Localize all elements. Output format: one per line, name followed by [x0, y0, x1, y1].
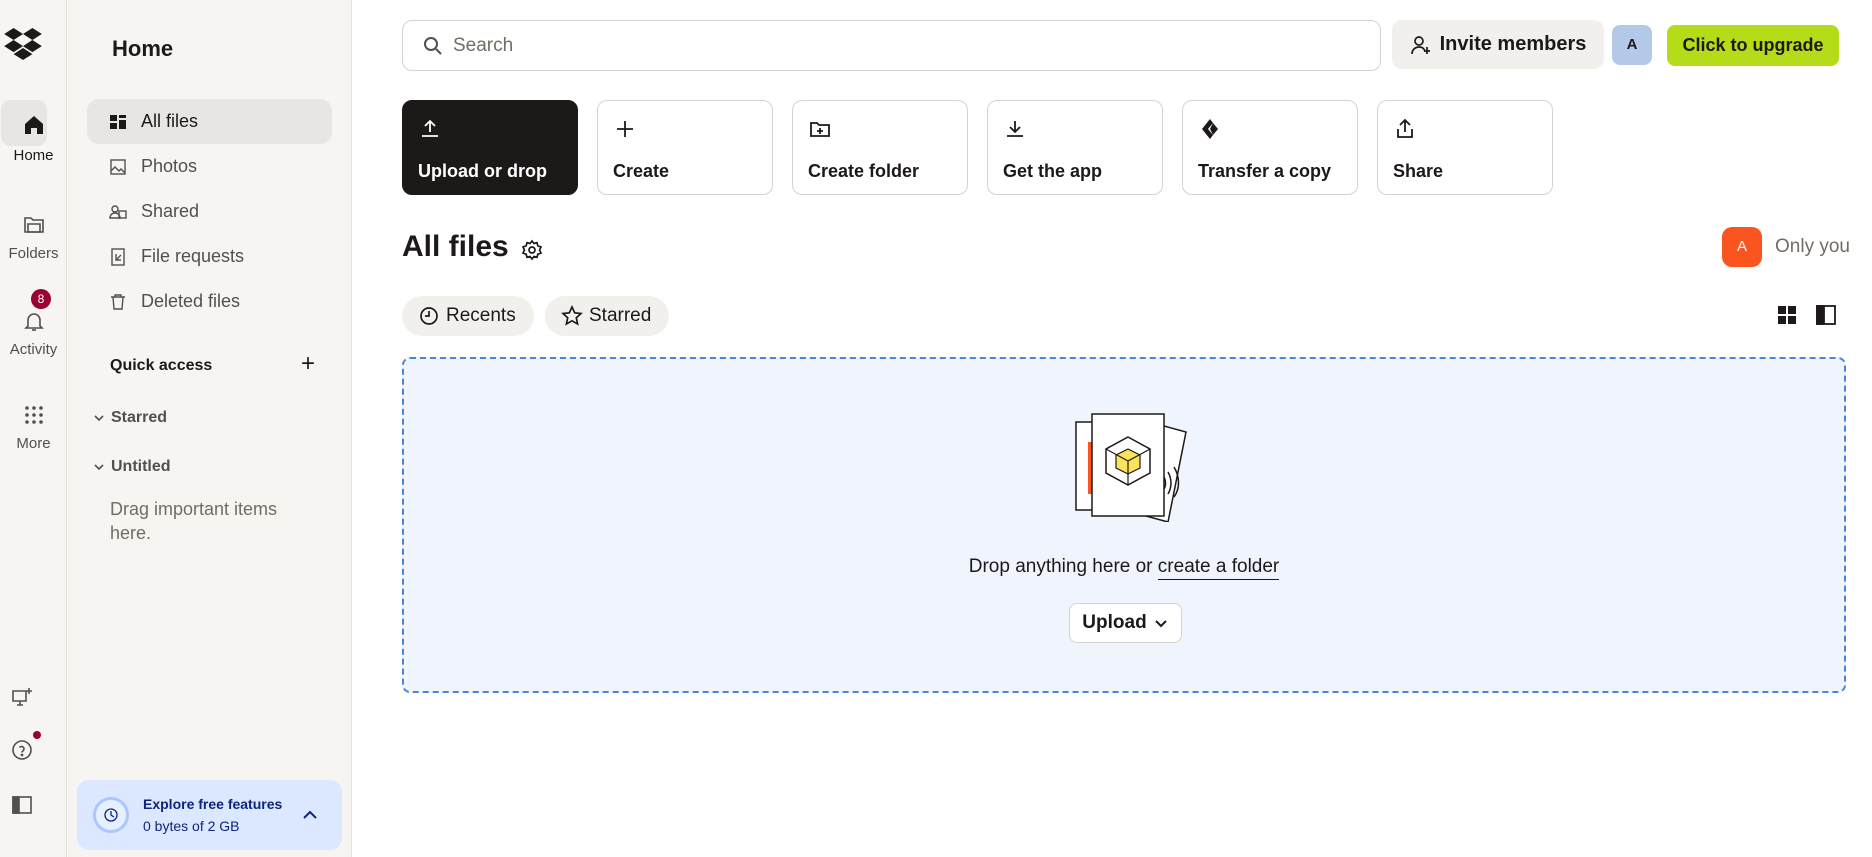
search-bar[interactable]: [402, 20, 1381, 71]
details-pane-icon[interactable]: [1813, 302, 1839, 328]
action-label: Upload or drop: [418, 161, 547, 181]
group-label: Starred: [111, 409, 168, 426]
quick-access-heading: Quick access: [110, 357, 213, 374]
sidebar-item-label: Photos: [141, 156, 198, 176]
transfer-a-copy-tile[interactable]: Transfer a copy: [1182, 100, 1358, 195]
drop-message-text: Drop anything here or: [968, 556, 1153, 577]
quick-access-add-button[interactable]: +: [295, 352, 321, 378]
rail-item-folders[interactable]: Folders: [0, 213, 67, 262]
help-notification-dot: [33, 731, 41, 739]
group-label: Untitled: [111, 458, 171, 475]
sidebar-toggle-icon[interactable]: [10, 793, 34, 817]
grid-view-icon[interactable]: [1774, 302, 1800, 328]
starred-chip[interactable]: Starred: [545, 296, 670, 336]
sidebar-item-shared[interactable]: Shared: [87, 189, 332, 234]
bell-icon: [23, 313, 44, 331]
folder-plus-icon: [810, 122, 830, 137]
storage-meter-icon: [93, 797, 129, 833]
create-folder-link[interactable]: create a folder: [1157, 556, 1280, 580]
folder-icon: [23, 217, 44, 233]
create-tile[interactable]: Create: [597, 100, 773, 195]
drop-zone[interactable]: Drop anything here or create a folder Up…: [402, 357, 1846, 693]
photo-icon: [110, 158, 126, 175]
dropbox-logo-icon[interactable]: [4, 28, 42, 60]
sidebar-item-label: Shared: [141, 201, 200, 221]
explore-features-card[interactable]: Explore free features 0 bytes of 2 GB: [77, 780, 342, 850]
get-the-app-tile[interactable]: Get the app: [987, 100, 1163, 195]
grid-icon: [24, 406, 43, 424]
app-rail: Home Folders Activity 8 More: [0, 0, 67, 857]
action-label: Create folder: [808, 161, 920, 181]
page-title: All files: [402, 230, 509, 263]
upload-or-drop-tile[interactable]: Upload or drop: [402, 100, 578, 195]
chevron-down-icon: [1154, 620, 1167, 628]
action-label: Create: [613, 161, 670, 181]
invite-members-button[interactable]: Invite members: [1392, 20, 1604, 69]
sidebar-item-file-requests[interactable]: File requests: [87, 234, 332, 279]
home-icon: [24, 116, 43, 134]
search-input[interactable]: [453, 34, 1333, 57]
sidebar-title: Home: [112, 36, 174, 61]
chevron-up-icon[interactable]: [300, 805, 320, 825]
rail-item-activity[interactable]: Activity: [0, 309, 67, 358]
action-label: Get the app: [1003, 161, 1103, 181]
shared-icon: [109, 204, 127, 219]
action-label: Transfer a copy: [1198, 161, 1332, 181]
recents-chip[interactable]: Recents: [402, 296, 534, 336]
action-label: Share: [1393, 161, 1444, 181]
star-icon: [561, 305, 583, 326]
add-user-icon: [1410, 35, 1430, 54]
quick-access-hint: Drag important items here.: [110, 499, 278, 543]
sidebar-item-label: Deleted files: [141, 291, 241, 311]
download-icon: [1007, 121, 1023, 137]
sidebar-item-all-files[interactable]: All files: [87, 99, 332, 144]
explore-title: Explore free features: [143, 796, 283, 812]
quick-access-group-untitled[interactable]: Untitled: [92, 458, 171, 476]
upload-label: Upload: [1082, 612, 1147, 633]
chevron-down-icon: [94, 415, 104, 422]
search-icon: [424, 36, 442, 55]
rail-item-label: Activity: [9, 341, 58, 358]
drop-message: Drop anything here or create a folder: [404, 556, 1844, 580]
transfer-icon: [1202, 119, 1218, 139]
sidebar-item-label: File requests: [141, 246, 245, 266]
chip-label: Starred: [589, 305, 652, 326]
owner-avatar[interactable]: A: [1722, 227, 1762, 267]
activity-badge: 8: [31, 289, 51, 309]
files-illustration: [1075, 413, 1187, 522]
quick-access-group-starred[interactable]: Starred: [92, 409, 167, 427]
upgrade-button[interactable]: Click to upgrade: [1667, 25, 1839, 66]
share-tile[interactable]: Share: [1377, 100, 1553, 195]
create-folder-tile[interactable]: Create folder: [792, 100, 968, 195]
upload-icon: [422, 119, 438, 137]
share-icon: [1397, 118, 1413, 138]
trash-icon: [111, 293, 125, 310]
rail-item-label: Home: [13, 147, 54, 164]
clock-icon: [420, 307, 438, 325]
all-files-icon: [110, 114, 126, 129]
desktop-add-icon[interactable]: [10, 685, 34, 709]
rail-item-label: More: [16, 435, 51, 452]
chip-label: Recents: [446, 305, 516, 326]
sidebar-item-photos[interactable]: Photos: [87, 144, 332, 189]
account-avatar[interactable]: A: [1612, 25, 1652, 65]
rail-item-more[interactable]: More: [0, 403, 67, 452]
rail-item-home[interactable]: Home: [0, 113, 67, 164]
sidebar-item-label: All files: [141, 111, 199, 131]
file-request-icon: [111, 247, 125, 266]
sharing-status: Only you: [1775, 236, 1850, 257]
rail-item-label: Folders: [8, 245, 59, 262]
plus-icon: [617, 121, 633, 137]
sidebar: Home All files Photos Shared File reques…: [67, 0, 352, 857]
gear-icon[interactable]: [521, 239, 543, 261]
storage-usage: 0 bytes of 2 GB: [143, 818, 240, 834]
chevron-down-icon: [94, 464, 104, 471]
upload-dropdown-button[interactable]: Upload: [1069, 603, 1182, 643]
invite-members-label: Invite members: [1439, 33, 1587, 55]
help-icon[interactable]: [10, 738, 34, 762]
sidebar-item-deleted-files[interactable]: Deleted files: [87, 279, 332, 324]
